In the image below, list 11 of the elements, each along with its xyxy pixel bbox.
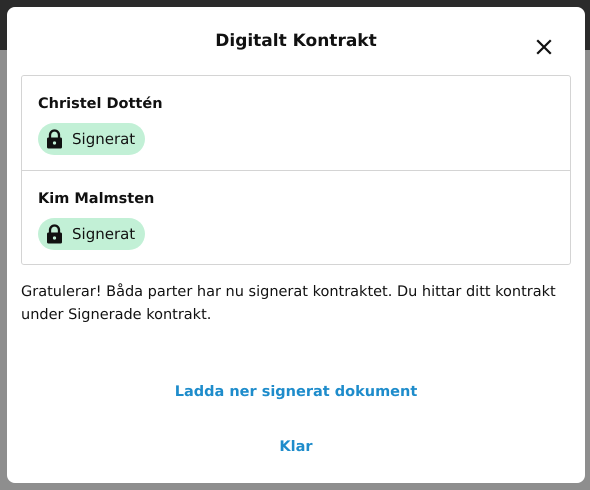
close-icon	[536, 38, 552, 55]
lock-icon	[46, 224, 63, 244]
action-link[interactable]: Klar	[273, 434, 319, 460]
status-badge: Signerat	[38, 123, 146, 155]
signer-name: Christel Dottén	[38, 95, 164, 114]
action-link[interactable]: Ladda ner signerat dokument	[168, 380, 424, 406]
dialog-title: Digitalt Kontrakt	[215, 30, 377, 52]
message-text: Gratulerar! Båda parter har nu signerat kontraktet. Du hittar ditt kontrakt under Signerade kontrakt.	[21, 282, 557, 325]
lock-icon	[46, 129, 63, 149]
signer-name: Kim Malmsten	[38, 190, 156, 209]
status-badge: Signerat	[38, 218, 146, 250]
